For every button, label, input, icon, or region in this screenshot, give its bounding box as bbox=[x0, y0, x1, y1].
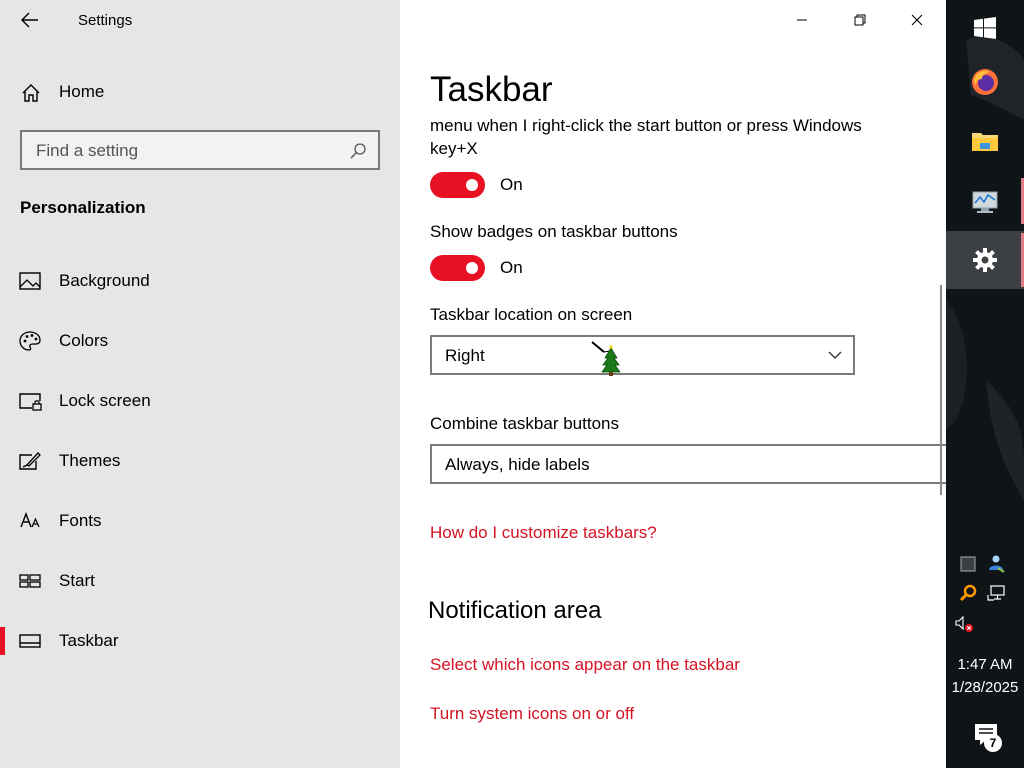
back-button[interactable] bbox=[14, 8, 46, 32]
home-label: Home bbox=[59, 82, 105, 101]
back-arrow-icon bbox=[21, 12, 38, 28]
description-line: key+X bbox=[430, 139, 478, 158]
win-x-setting-description: menu when I right-click the start button… bbox=[430, 114, 930, 160]
palette-icon bbox=[19, 331, 41, 351]
start-icon bbox=[19, 574, 41, 588]
win-x-powershell-toggle-row: On bbox=[430, 172, 630, 198]
settings-main: Taskbar menu when I right-click the star… bbox=[400, 0, 946, 768]
sidebar-item-taskbar[interactable]: Taskbar bbox=[0, 619, 400, 663]
active-indicator bbox=[0, 627, 5, 655]
tray-search-tool-icon[interactable] bbox=[958, 583, 978, 603]
page-title: Taskbar bbox=[430, 70, 553, 109]
home-icon bbox=[22, 84, 40, 102]
customize-taskbars-help-link[interactable]: How do I customize taskbars? bbox=[430, 523, 657, 543]
taskbar-app-firefox[interactable] bbox=[946, 54, 1024, 110]
sidebar-item-label: Colors bbox=[59, 331, 109, 350]
sidebar-item-colors[interactable]: Colors bbox=[0, 319, 400, 363]
search-box[interactable] bbox=[20, 130, 380, 170]
win-x-powershell-toggle[interactable] bbox=[430, 172, 485, 198]
sidebar-item-themes[interactable]: Themes bbox=[0, 439, 400, 483]
sidebar-item-label: Background bbox=[59, 271, 150, 290]
themes-icon bbox=[19, 452, 41, 470]
windows-taskbar: 1:47 AM 1/28/2025 7 bbox=[946, 0, 1024, 768]
sidebar-item-start[interactable]: Start bbox=[0, 559, 400, 603]
taskbar-app-file-explorer[interactable] bbox=[946, 113, 1024, 169]
search-input[interactable] bbox=[36, 140, 336, 162]
network-icon[interactable] bbox=[986, 583, 1006, 603]
toggle-knob bbox=[466, 179, 478, 191]
sidebar-item-label: Lock screen bbox=[59, 391, 151, 410]
vertical-scrollbar[interactable] bbox=[940, 285, 942, 495]
sidebar-item-background[interactable]: Background bbox=[0, 259, 400, 303]
minimize-icon bbox=[797, 19, 807, 21]
close-button[interactable] bbox=[894, 6, 940, 34]
toggle-state-label: On bbox=[500, 258, 523, 277]
lock-screen-icon bbox=[19, 393, 42, 411]
restore-icon bbox=[854, 14, 866, 26]
badges-toggle[interactable] bbox=[430, 255, 485, 281]
taskbar-location-dropdown[interactable]: Right bbox=[430, 335, 855, 375]
combine-setting-label: Combine taskbar buttons bbox=[430, 414, 619, 433]
select-taskbar-icons-link[interactable]: Select which icons appear on the taskbar bbox=[430, 655, 740, 675]
section-heading: Personalization bbox=[20, 198, 146, 217]
tray-user-network-icon[interactable] bbox=[986, 554, 1006, 574]
volume-muted-icon[interactable] bbox=[954, 614, 974, 634]
taskbar-app-performance-monitor[interactable] bbox=[946, 174, 1024, 230]
toggle-state-label: On bbox=[500, 175, 523, 194]
sidebar-item-label: Taskbar bbox=[59, 631, 119, 650]
search-icon[interactable] bbox=[348, 141, 368, 161]
sidebar-item-label: Start bbox=[59, 571, 95, 590]
fonts-icon bbox=[20, 512, 40, 528]
app-title: Settings bbox=[78, 12, 133, 29]
sidebar-item-fonts[interactable]: Fonts bbox=[0, 499, 400, 543]
badges-setting-label: Show badges on taskbar buttons bbox=[430, 222, 678, 241]
performance-monitor-icon bbox=[972, 191, 998, 213]
notification-count-badge: 7 bbox=[984, 734, 1002, 752]
minimize-button[interactable] bbox=[779, 6, 825, 34]
description-line: menu when I right-click the start button… bbox=[430, 116, 862, 135]
notification-area-heading: Notification area bbox=[428, 597, 602, 624]
taskbar-app-settings[interactable] bbox=[946, 231, 1024, 289]
file-explorer-icon bbox=[972, 133, 998, 151]
windows-start-icon bbox=[974, 17, 996, 39]
restore-button[interactable] bbox=[837, 6, 883, 34]
close-icon bbox=[911, 14, 923, 26]
settings-sidebar: Settings Home Personalization Background… bbox=[0, 0, 400, 768]
chevron-down-icon bbox=[828, 351, 842, 359]
combine-buttons-dropdown[interactable]: Always, hide labels bbox=[430, 444, 946, 484]
sidebar-item-lock-screen[interactable]: Lock screen bbox=[0, 379, 400, 423]
sidebar-item-label: Themes bbox=[59, 451, 121, 470]
toggle-knob bbox=[466, 262, 478, 274]
tray-window-icon[interactable] bbox=[958, 554, 978, 574]
badges-toggle-row: On bbox=[430, 255, 630, 281]
dropdown-value: Right bbox=[445, 346, 485, 365]
settings-gear-icon bbox=[973, 248, 997, 272]
system-icons-link[interactable]: Turn system icons on or off bbox=[430, 704, 634, 724]
christmas-tree-cursor-icon bbox=[591, 341, 621, 376]
title-bar: Settings bbox=[0, 0, 400, 40]
sidebar-item-label: Fonts bbox=[59, 511, 102, 530]
firefox-icon bbox=[972, 69, 998, 95]
location-setting-label: Taskbar location on screen bbox=[430, 305, 633, 324]
start-button[interactable] bbox=[946, 0, 1024, 56]
clock-date[interactable]: 1/28/2025 bbox=[946, 679, 1024, 696]
dropdown-value: Always, hide labels bbox=[445, 455, 590, 474]
clock-time[interactable]: 1:47 AM bbox=[946, 656, 1024, 673]
home-nav-item[interactable]: Home bbox=[0, 72, 400, 112]
picture-icon bbox=[19, 272, 41, 290]
taskbar-icon bbox=[19, 634, 41, 648]
